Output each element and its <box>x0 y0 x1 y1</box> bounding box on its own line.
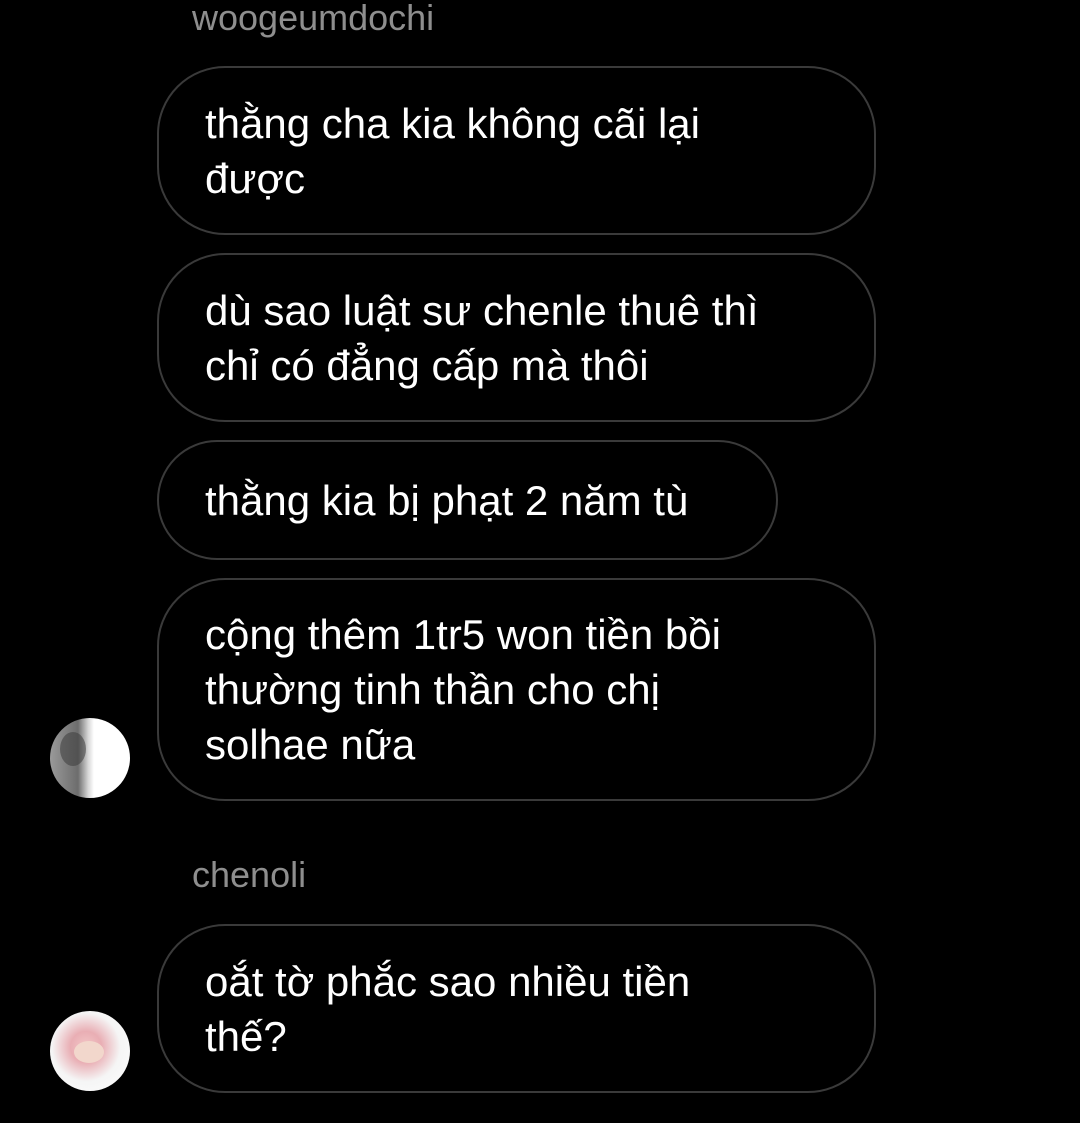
profile-photo-icon[interactable] <box>50 1011 130 1091</box>
message-bubble[interactable]: cộng thêm 1tr5 won tiền bồi thường tinh … <box>157 578 876 801</box>
message-bubble[interactable]: thằng kia bị phạt 2 năm tù <box>157 440 778 560</box>
message-text: thằng cha kia không cãi lại được <box>205 99 700 202</box>
message-text: cộng thêm 1tr5 won tiền bồi thường tinh … <box>205 611 721 768</box>
message-text: oắt tờ phắc sao nhiều tiền thế? <box>205 957 691 1060</box>
message-bubble[interactable]: oắt tờ phắc sao nhiều tiền thế? <box>157 924 876 1093</box>
profile-photo-icon[interactable] <box>50 718 130 798</box>
sender-name[interactable]: chenoli <box>192 855 306 895</box>
sender-name[interactable]: woogeumdochi <box>192 0 434 38</box>
message-text: thằng kia bị phạt 2 năm tù <box>205 476 689 524</box>
avatar-photo-detail <box>60 732 86 766</box>
avatar-photo-detail <box>74 1041 104 1063</box>
message-bubble[interactable]: thằng cha kia không cãi lại được <box>157 66 876 235</box>
message-text: dù sao luật sư chenle thuê thì chỉ có đẳ… <box>205 286 759 389</box>
message-bubble[interactable]: dù sao luật sư chenle thuê thì chỉ có đẳ… <box>157 253 876 422</box>
